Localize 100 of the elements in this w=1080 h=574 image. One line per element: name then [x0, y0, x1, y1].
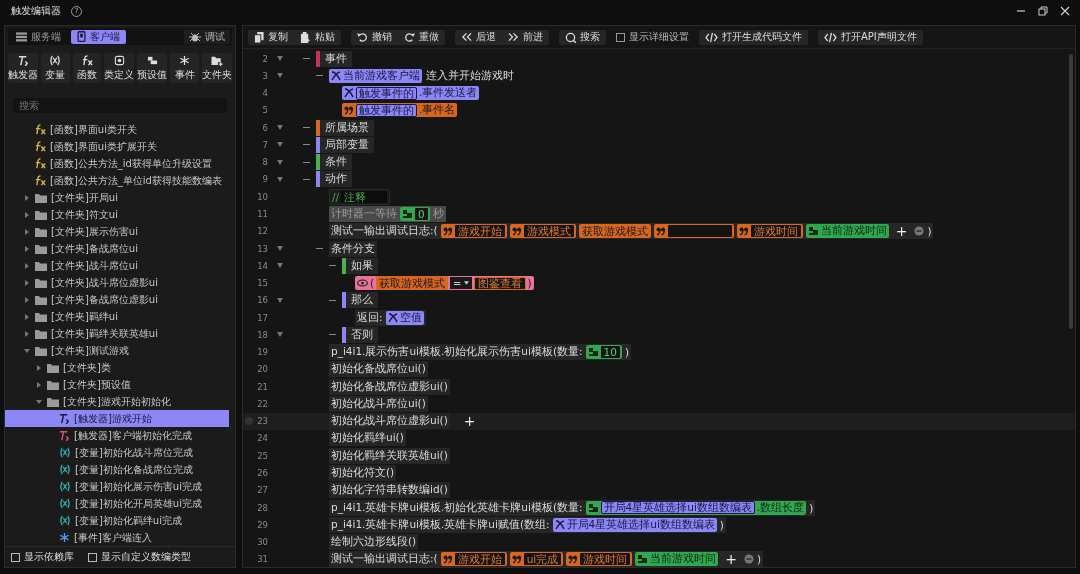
- section-label: 事件: [325, 51, 347, 66]
- caret-right-icon[interactable]: [24, 296, 30, 303]
- number-field[interactable]: 0: [415, 208, 428, 220]
- caret-right-icon[interactable]: [24, 330, 30, 337]
- add-button[interactable]: +: [721, 552, 741, 567]
- paste-button[interactable]: 粘贴: [294, 29, 341, 45]
- caret-right-icon[interactable]: [24, 262, 30, 269]
- code-button[interactable]: 打开API声明文件: [818, 29, 923, 45]
- close-icon[interactable]: [1060, 6, 1070, 16]
- caret-down-icon[interactable]: [24, 347, 30, 354]
- tree-item[interactable]: [变量]初始化展示伤害ui完成: [5, 478, 229, 495]
- caret-right-icon[interactable]: [24, 228, 30, 235]
- string-field[interactable]: 游戏模式: [523, 225, 574, 238]
- tab[interactable]: 客户端: [71, 29, 126, 44]
- scrollbar[interactable]: [1069, 54, 1073, 329]
- tree-item[interactable]: [文件夹]游戏开始初始化: [5, 393, 229, 410]
- palette-button[interactable]: 变量: [41, 53, 70, 83]
- tree-item[interactable]: [触发器]客户端初始化完成: [5, 427, 229, 444]
- string-field[interactable]: 游戏开始: [454, 553, 505, 566]
- comment-field[interactable]: 注释: [341, 190, 388, 203]
- fold-caret-icon[interactable]: [277, 159, 283, 165]
- string-field[interactable]: ui完成: [523, 553, 562, 566]
- remove-icon[interactable]: [743, 554, 754, 565]
- remove-icon[interactable]: [914, 226, 925, 237]
- search-button[interactable]: 搜索: [559, 29, 606, 45]
- tree-item[interactable]: [文件夹]符文ui: [5, 206, 229, 223]
- forward-button[interactable]: 前进: [502, 29, 549, 45]
- copy-button[interactable]: 复制: [248, 29, 294, 45]
- caret-right-icon[interactable]: [24, 194, 30, 201]
- palette-button[interactable]: 预设值: [137, 53, 168, 83]
- x-icon: [331, 70, 341, 81]
- search-field[interactable]: 搜索: [13, 98, 227, 113]
- string-field[interactable]: 游戏开始: [454, 225, 505, 238]
- string-field[interactable]: 游戏时间: [580, 553, 631, 566]
- t-icon: [59, 413, 70, 424]
- add-button[interactable]: +: [459, 414, 480, 429]
- palette-button[interactable]: 触发器: [8, 53, 38, 83]
- palette-button[interactable]: 函数: [72, 53, 102, 83]
- fold-caret-icon[interactable]: [277, 332, 283, 338]
- add-button[interactable]: +: [891, 224, 912, 239]
- fold-caret-icon[interactable]: [277, 263, 283, 269]
- undo-button[interactable]: 撤销: [351, 29, 398, 45]
- string-field[interactable]: [667, 225, 732, 238]
- checkbox[interactable]: [88, 552, 97, 562]
- tree-item[interactable]: [事件]客户端连入: [5, 529, 229, 546]
- redo-button[interactable]: 重做: [398, 29, 445, 45]
- tree-item[interactable]: [文件夹]羁绊关联英雄ui: [5, 325, 229, 342]
- code-button[interactable]: 打开生成代码文件: [699, 29, 808, 45]
- tree-item[interactable]: [函数]公共方法_id获得单位升级设置: [5, 155, 229, 172]
- tree-item[interactable]: [文件夹]备战席位ui: [5, 240, 229, 257]
- tab[interactable]: 服务端: [10, 29, 67, 44]
- number-field[interactable]: 10: [600, 346, 620, 359]
- quote-icon: [511, 226, 522, 237]
- tree-item[interactable]: [触发器]游戏开始: [5, 410, 229, 427]
- debug-button[interactable]: 调试: [184, 29, 230, 44]
- back-button[interactable]: 后退: [455, 29, 502, 45]
- checkbox[interactable]: [616, 32, 625, 42]
- caret-right-icon[interactable]: [36, 381, 42, 388]
- t-icon: [59, 430, 70, 441]
- caret-right-icon[interactable]: [24, 211, 30, 218]
- string-field[interactable]: 游戏时间: [750, 225, 801, 238]
- operator-dropdown[interactable]: =: [450, 277, 472, 290]
- fold-caret-icon[interactable]: [277, 125, 283, 131]
- tree-item[interactable]: [文件夹]战斗席位虚影ui: [5, 274, 229, 291]
- tree-item[interactable]: [文件夹]开局ui: [5, 189, 229, 206]
- tree-item[interactable]: [变量]初始化战斗席位完成: [5, 444, 229, 461]
- caret-right-icon[interactable]: [24, 313, 30, 320]
- caret-down-icon[interactable]: [36, 398, 42, 405]
- tree-item[interactable]: [文件夹]战斗席位ui: [5, 257, 229, 274]
- tree-item[interactable]: [函数]界面ui类开关: [5, 121, 229, 138]
- function-icon: [81, 54, 93, 66]
- checkbox[interactable]: [11, 552, 20, 562]
- caret-right-icon[interactable]: [24, 279, 30, 286]
- tree-item[interactable]: [文件夹]备战席位虚影ui: [5, 291, 229, 308]
- tree-item[interactable]: [函数]界面ui类扩展开关: [5, 138, 229, 155]
- palette-button[interactable]: 文件夹: [202, 53, 232, 83]
- tree-item[interactable]: [变量]初始化备战席位完成: [5, 461, 229, 478]
- line-number: 5: [261, 105, 268, 116]
- string-field[interactable]: 图鉴查看: [473, 276, 526, 290]
- tree-item[interactable]: [变量]初始化开局英雄ui完成: [5, 495, 229, 512]
- tree-item[interactable]: [文件夹]测试游戏: [5, 342, 229, 359]
- tree-item[interactable]: [文件夹]展示伤害ui: [5, 223, 229, 240]
- tree-item[interactable]: [文件夹]类: [5, 359, 229, 376]
- caret-right-icon[interactable]: [36, 364, 42, 371]
- tree-item[interactable]: [文件夹]羁绊ui: [5, 308, 229, 325]
- fold-caret-icon[interactable]: [277, 297, 283, 303]
- fold-caret-icon[interactable]: [277, 56, 283, 62]
- palette-button[interactable]: 类定义: [104, 53, 135, 83]
- tree-item[interactable]: [函数]公共方法_单位id获得技能数编表: [5, 172, 229, 189]
- tree-item[interactable]: [变量]初始化羁绊ui完成: [5, 512, 229, 529]
- palette-button[interactable]: 事件: [170, 53, 199, 83]
- fold-caret-icon[interactable]: [277, 73, 283, 79]
- line-number: 16: [256, 295, 268, 306]
- caret-right-icon[interactable]: [24, 245, 30, 252]
- restore-icon[interactable]: [1038, 6, 1048, 16]
- fold-caret-icon[interactable]: [277, 177, 283, 182]
- tree-item[interactable]: [文件夹]预设值: [5, 376, 229, 393]
- code-text: 初始化战斗席位ui(): [331, 396, 426, 411]
- fold-caret-icon[interactable]: [277, 142, 283, 148]
- fold-caret-icon[interactable]: [277, 246, 283, 252]
